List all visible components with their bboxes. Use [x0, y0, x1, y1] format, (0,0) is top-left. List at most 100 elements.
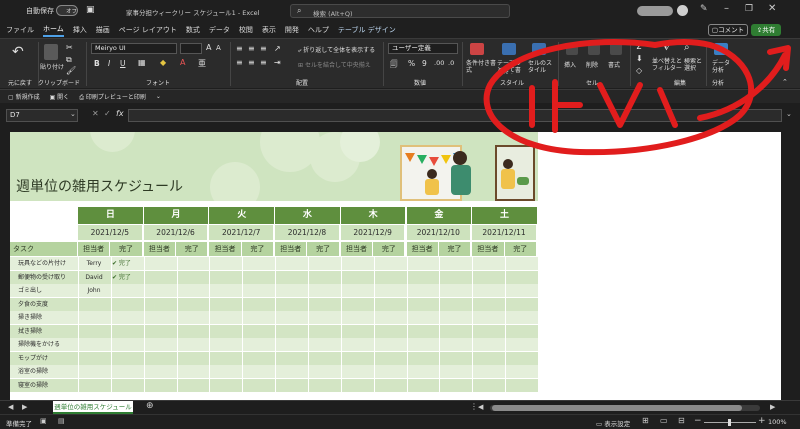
- scroll-left-icon[interactable]: ◀: [478, 403, 483, 411]
- avatar[interactable]: [677, 5, 688, 16]
- search-placeholder: 検索 (Alt+Q): [313, 10, 353, 18]
- tab-11[interactable]: テーブル デザイン: [338, 25, 396, 35]
- macro-record-icon[interactable]: ▣: [40, 417, 47, 425]
- font-size-select[interactable]: [180, 43, 202, 54]
- paste-icon[interactable]: [44, 44, 58, 60]
- sheet-tab-active[interactable]: 週単位の雑用スケジュール: [53, 401, 133, 414]
- qat-item-1[interactable]: ▣ 開く: [50, 92, 70, 101]
- page-layout-icon[interactable]: ▭: [660, 416, 668, 425]
- zoom-out-icon[interactable]: −: [694, 416, 702, 426]
- pen-icon[interactable]: ✎: [700, 4, 708, 14]
- clipboard-group-label: クリップボード: [38, 80, 81, 87]
- task-name: 郵便物の受け取り: [18, 273, 67, 281]
- zoom-level[interactable]: 100%: [768, 418, 787, 426]
- align-center-icon[interactable]: ≡: [248, 58, 255, 67]
- align-top-icon[interactable]: ≡: [236, 44, 243, 53]
- restore-icon[interactable]: ❐: [745, 4, 753, 14]
- wrap-text-button[interactable]: ⤶ 折り返して全体を表示する: [298, 45, 375, 55]
- qat-label: 開く: [57, 94, 70, 101]
- confirm-entry-icon[interactable]: ✓: [104, 109, 111, 118]
- tab-9[interactable]: 開発: [285, 25, 299, 35]
- align-middle-icon[interactable]: ≡: [248, 44, 255, 53]
- increase-decimal-icon[interactable]: .00: [434, 59, 444, 67]
- italic-button[interactable]: I: [108, 59, 110, 68]
- display-settings-button[interactable]: ▭ 表示設定: [596, 418, 630, 428]
- number-format-select[interactable]: ユーザー定義: [388, 43, 458, 54]
- align-right-icon[interactable]: ≡: [260, 58, 267, 67]
- zoom-in-icon[interactable]: +: [758, 416, 766, 426]
- more-options-icon[interactable]: ⋮: [470, 402, 478, 411]
- assignee-cell: David: [85, 273, 103, 281]
- zoom-slider[interactable]: [704, 419, 756, 426]
- border-icon[interactable]: ▦: [138, 58, 146, 67]
- date-cell: 2021/12/7: [209, 225, 275, 240]
- save-icon[interactable]: ▣: [86, 5, 95, 15]
- zoom-slider-thumb[interactable]: [728, 419, 731, 426]
- date-cell: 2021/12/10: [406, 225, 472, 240]
- comma-icon[interactable]: 9: [422, 59, 427, 68]
- close-icon[interactable]: ✕: [768, 3, 776, 14]
- print-preview-icon: ⎙: [79, 93, 86, 101]
- minimize-icon[interactable]: –: [724, 3, 729, 14]
- copy-icon[interactable]: ⧉: [66, 55, 72, 65]
- tab-6[interactable]: データ: [209, 25, 230, 35]
- align-bottom-icon[interactable]: ≡: [260, 44, 267, 53]
- assignee-header: 担当者: [472, 242, 505, 256]
- underline-button[interactable]: U: [120, 59, 126, 68]
- account-pill[interactable]: [637, 6, 673, 16]
- shrink-font-icon[interactable]: A: [216, 44, 221, 52]
- grid-line: [307, 257, 309, 397]
- search-box[interactable]: ⌕ 検索 (Alt+Q): [290, 4, 510, 18]
- done-cell: [110, 311, 142, 324]
- tab-8[interactable]: 表示: [262, 25, 276, 35]
- percent-icon[interactable]: %: [408, 59, 415, 68]
- tab-10[interactable]: ヘルプ: [308, 25, 329, 35]
- furigana-icon[interactable]: 亜: [198, 58, 206, 69]
- prev-sheet-icon[interactable]: ◀: [8, 403, 13, 411]
- qat-item-2[interactable]: ⎙ 印刷プレビューと印刷: [79, 92, 146, 102]
- qat-item-0[interactable]: ▢ 新規作成: [8, 92, 40, 101]
- paste-label[interactable]: 貼り付け: [40, 62, 64, 71]
- cancel-entry-icon[interactable]: ✕: [92, 109, 99, 118]
- font-name-select[interactable]: Meiryo UI: [91, 43, 177, 54]
- next-sheet-icon[interactable]: ▶: [22, 403, 27, 411]
- task-name: 拭き掃除: [18, 327, 43, 335]
- chevron-down-icon[interactable]: ⌄: [70, 110, 76, 118]
- add-sheet-icon[interactable]: ⊕: [146, 401, 154, 411]
- fill-color-icon[interactable]: ◆: [160, 58, 166, 67]
- bold-button[interactable]: B: [94, 59, 100, 68]
- horizontal-scrollbar[interactable]: [490, 405, 760, 411]
- tab-0[interactable]: ファイル: [6, 25, 34, 35]
- tab-1[interactable]: ホーム: [43, 24, 64, 37]
- insert-function-icon[interactable]: fx: [116, 109, 124, 118]
- undo-icon[interactable]: ↶: [12, 44, 24, 60]
- format-painter-icon[interactable]: 🖌: [66, 66, 76, 75]
- tab-3[interactable]: 描画: [96, 25, 110, 35]
- scrollbar-thumb[interactable]: [492, 405, 742, 411]
- grow-font-icon[interactable]: A: [206, 43, 211, 52]
- orientation-icon[interactable]: ↗: [274, 44, 281, 53]
- font-group-label: フォント: [146, 80, 171, 87]
- autosave-toggle[interactable]: オフ: [56, 5, 78, 16]
- tab-7[interactable]: 校閲: [239, 25, 253, 35]
- scroll-right-icon[interactable]: ▶: [770, 403, 775, 411]
- align-left-icon[interactable]: ≡: [236, 58, 243, 67]
- customize-qat-icon[interactable]: ⌄: [156, 93, 161, 100]
- search-icon: ⌕: [297, 6, 302, 15]
- tab-5[interactable]: 数式: [186, 25, 200, 35]
- cut-icon[interactable]: ✂: [66, 43, 73, 52]
- page-break-icon[interactable]: ⊟: [678, 416, 685, 425]
- name-box[interactable]: D7: [6, 109, 78, 122]
- indent-icon[interactable]: ⇥: [274, 58, 281, 67]
- done-cell: ✔ 完了: [112, 273, 131, 281]
- tab-4[interactable]: ページ レイアウト: [119, 25, 177, 35]
- font-color-icon[interactable]: A: [180, 58, 185, 67]
- undo-label: 元に戻す: [8, 80, 33, 87]
- accessibility-icon[interactable]: ▤: [58, 417, 65, 425]
- normal-view-icon[interactable]: ⊞: [642, 416, 649, 425]
- merge-center-button[interactable]: ⊞ セルを結合して中央揃え: [298, 60, 371, 69]
- currency-icon[interactable]: 🗐: [390, 59, 398, 72]
- tab-2[interactable]: 挿入: [73, 25, 87, 35]
- done-cell: [110, 365, 142, 378]
- decrease-decimal-icon[interactable]: .0: [448, 59, 454, 67]
